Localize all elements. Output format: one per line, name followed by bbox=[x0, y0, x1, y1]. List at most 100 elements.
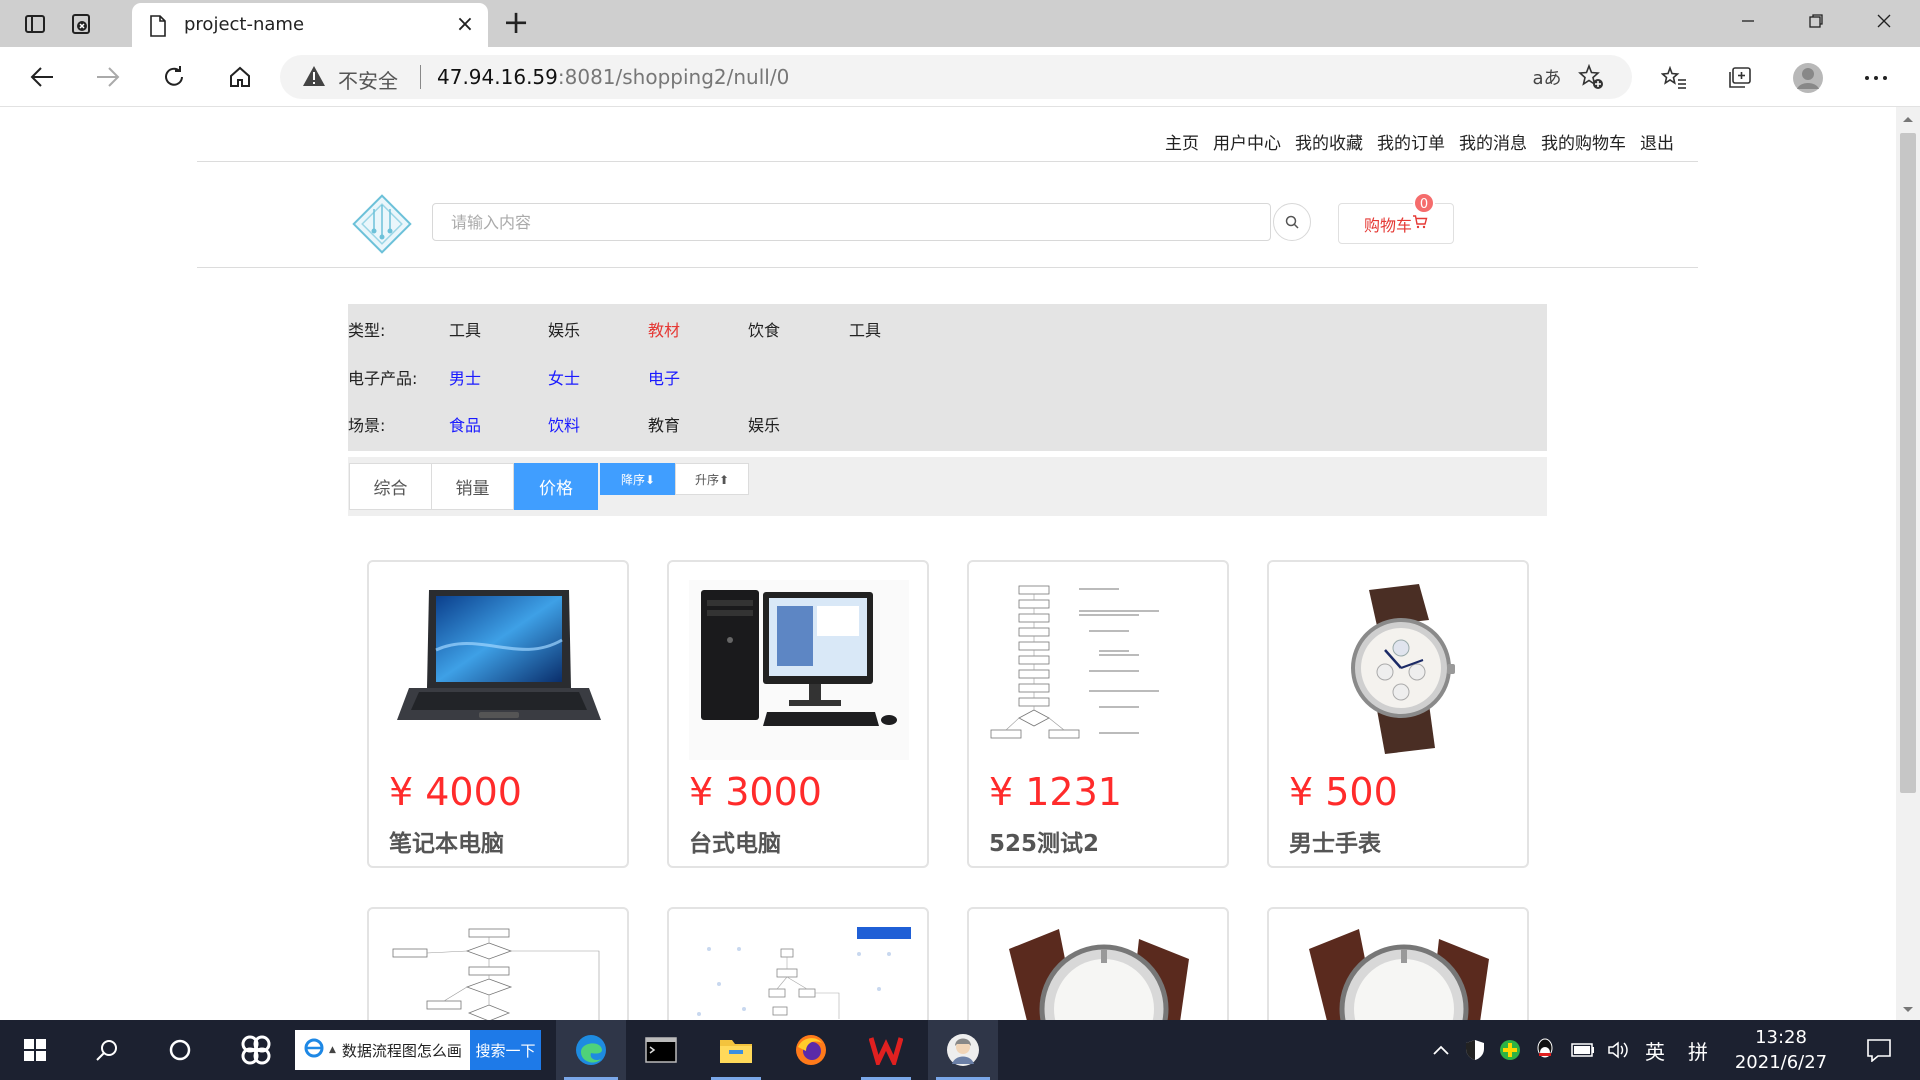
filter-option[interactable]: 男士 bbox=[449, 365, 481, 389]
terminal-icon[interactable] bbox=[628, 1020, 694, 1080]
scrollbar-thumb[interactable] bbox=[1900, 133, 1916, 793]
nav-logout[interactable]: 退出 bbox=[1640, 129, 1674, 154]
add-favorite-icon[interactable] bbox=[1576, 63, 1606, 91]
scroll-down-icon[interactable] bbox=[1896, 1002, 1920, 1018]
new-tab-button[interactable]: + bbox=[500, 6, 532, 40]
sort-descending-button[interactable]: 降序⬇ bbox=[600, 463, 676, 495]
ime-language[interactable]: 英 bbox=[1640, 1020, 1670, 1080]
vertical-scrollbar[interactable] bbox=[1896, 107, 1920, 1020]
system-clock[interactable]: 13:28 2021/6/27 bbox=[1718, 1020, 1844, 1080]
refresh-icon[interactable] bbox=[154, 59, 194, 95]
product-card[interactable]: ¥ 3000 台式电脑 bbox=[667, 560, 929, 868]
sort-ascending-button[interactable]: 升序⬆ bbox=[675, 463, 749, 495]
filter-option[interactable]: 工具 bbox=[449, 317, 481, 341]
avatar-app-icon[interactable] bbox=[928, 1020, 998, 1080]
nav-orders[interactable]: 我的订单 bbox=[1377, 129, 1445, 154]
edge-taskbar-icon[interactable] bbox=[556, 1020, 626, 1080]
tab-title: project-name bbox=[184, 14, 305, 35]
sort-tab-overall[interactable]: 综合 bbox=[349, 463, 432, 510]
home-icon[interactable] bbox=[220, 59, 260, 95]
search-box bbox=[432, 203, 1271, 241]
product-card[interactable] bbox=[967, 907, 1229, 1020]
chevron-up-icon[interactable] bbox=[1428, 1020, 1454, 1080]
sort-tab-price[interactable]: 价格 bbox=[514, 463, 598, 510]
filter-option[interactable]: 教育 bbox=[648, 412, 680, 436]
taskbar-search-button[interactable]: 搜索一下 bbox=[470, 1030, 541, 1070]
tab-close-icon[interactable]: × bbox=[452, 12, 478, 38]
close-window-icon[interactable] bbox=[1850, 0, 1918, 42]
security-label[interactable]: 不安全 bbox=[338, 65, 398, 94]
nav-favorites[interactable]: 我的收藏 bbox=[1295, 129, 1363, 154]
product-card[interactable]: ¥ 4000 笔记本电脑 bbox=[367, 560, 629, 868]
favorites-icon[interactable] bbox=[1656, 60, 1692, 96]
notifications-icon[interactable] bbox=[1854, 1020, 1904, 1080]
filter-option-selected[interactable]: 教材 bbox=[648, 317, 680, 341]
minimize-icon[interactable] bbox=[1714, 0, 1782, 42]
filter-option[interactable]: 饮料 bbox=[548, 412, 580, 436]
security-app-icon[interactable] bbox=[1497, 1020, 1523, 1080]
browser-toolbar: 不安全 47.94.16.59:8081/shopping2/null/0 aあ bbox=[0, 47, 1920, 107]
filter-label: 类型: bbox=[348, 317, 448, 341]
product-card[interactable] bbox=[367, 907, 629, 1020]
filter-row-electronics: 电子产品: 男士 女士 电子 bbox=[348, 365, 1547, 389]
restore-icon[interactable] bbox=[1782, 0, 1850, 42]
firefox-icon[interactable] bbox=[778, 1020, 844, 1080]
address-bar[interactable]: 不安全 47.94.16.59:8081/shopping2/null/0 aあ bbox=[280, 55, 1632, 99]
start-windows-icon[interactable] bbox=[10, 1020, 60, 1080]
nav-cart[interactable]: 我的购物车 bbox=[1541, 129, 1626, 154]
browser-tab[interactable]: project-name × bbox=[132, 3, 488, 47]
filter-option[interactable]: 食品 bbox=[449, 412, 481, 436]
product-name[interactable]: 525测试2 bbox=[989, 824, 1099, 858]
read-aloud-icon[interactable]: aあ bbox=[1532, 63, 1562, 91]
top-nav: 主页 用户中心 我的收藏 我的订单 我的消息 我的购物车 退出 bbox=[1165, 129, 1674, 154]
back-icon[interactable] bbox=[22, 59, 62, 95]
battery-icon[interactable] bbox=[1567, 1020, 1597, 1080]
product-card[interactable]: ¥ 1231 525测试2 bbox=[967, 560, 1229, 868]
cart-button[interactable]: 购物车 bbox=[1338, 203, 1454, 244]
filter-row-type: 类型: 工具 娱乐 教材 饮食 工具 bbox=[348, 317, 1547, 341]
profile-avatar-icon[interactable] bbox=[1790, 60, 1826, 96]
shield-icon[interactable] bbox=[1462, 1020, 1488, 1080]
filter-option[interactable]: 女士 bbox=[548, 365, 580, 389]
url-text[interactable]: 47.94.16.59:8081/shopping2/null/0 bbox=[437, 65, 789, 89]
filter-option[interactable]: 工具 bbox=[849, 317, 881, 341]
taskbar-search-box[interactable]: ▲ 数据流程图怎么画 搜索一下 bbox=[295, 1030, 541, 1070]
cart-label: 购物车 bbox=[1363, 215, 1412, 235]
nav-user-center[interactable]: 用户中心 bbox=[1213, 129, 1281, 154]
warning-icon[interactable] bbox=[302, 65, 326, 91]
product-card[interactable] bbox=[1267, 907, 1529, 1020]
nav-home[interactable]: 主页 bbox=[1165, 129, 1199, 154]
more-menu-icon[interactable] bbox=[1858, 60, 1894, 96]
filter-option[interactable]: 娱乐 bbox=[548, 317, 580, 341]
product-card[interactable] bbox=[667, 907, 929, 1020]
flowchart-image bbox=[697, 927, 911, 1019]
product-name[interactable]: 笔记本电脑 bbox=[389, 824, 504, 858]
wps-icon[interactable] bbox=[853, 1020, 919, 1080]
taskbar-search-text[interactable]: 数据流程图怎么画 bbox=[342, 1040, 462, 1061]
product-name[interactable]: 男士手表 bbox=[1289, 824, 1381, 858]
closed-tabs-icon[interactable] bbox=[63, 6, 99, 42]
file-explorer-icon[interactable] bbox=[703, 1020, 769, 1080]
filter-row-scene: 场景: 食品 饮料 教育 娱乐 bbox=[348, 412, 1547, 436]
filter-option[interactable]: 娱乐 bbox=[748, 412, 780, 436]
cortana-icon[interactable] bbox=[155, 1020, 205, 1080]
app-icon[interactable] bbox=[228, 1020, 284, 1080]
search-icon[interactable] bbox=[82, 1020, 132, 1080]
product-name[interactable]: 台式电脑 bbox=[689, 824, 781, 858]
site-logo[interactable] bbox=[349, 191, 415, 257]
volume-icon[interactable] bbox=[1604, 1020, 1634, 1080]
forward-icon[interactable] bbox=[88, 59, 128, 95]
collections-icon[interactable] bbox=[1722, 60, 1758, 96]
filter-option[interactable]: 电子 bbox=[648, 365, 680, 389]
scroll-up-icon[interactable] bbox=[1896, 111, 1920, 127]
search-input[interactable] bbox=[433, 204, 1270, 240]
product-card[interactable]: ¥ 500 男士手表 bbox=[1267, 560, 1529, 868]
qq-icon[interactable] bbox=[1532, 1020, 1558, 1080]
search-icon[interactable] bbox=[1273, 203, 1311, 241]
filter-option[interactable]: 饮食 bbox=[748, 317, 780, 341]
sort-tab-sales[interactable]: 销量 bbox=[431, 463, 514, 510]
tab-actions-icon[interactable] bbox=[17, 6, 53, 42]
product-price: ¥ 4000 bbox=[389, 770, 522, 814]
nav-messages[interactable]: 我的消息 bbox=[1459, 129, 1527, 154]
ime-mode[interactable]: 拼 bbox=[1683, 1020, 1713, 1080]
